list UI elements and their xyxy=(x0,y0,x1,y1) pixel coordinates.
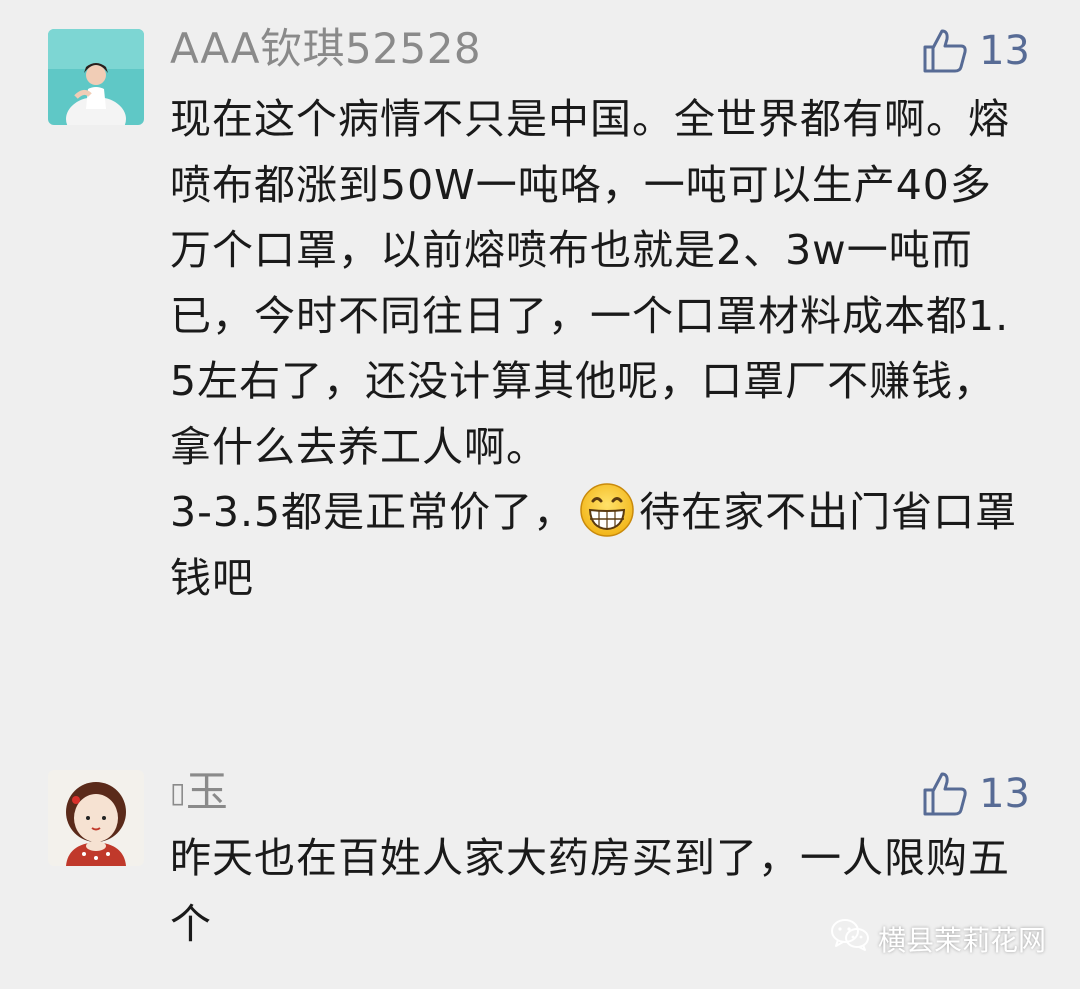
username-text: 玉 xyxy=(185,767,229,816)
comment-paragraph: 现在这个病情不只是中国。全世界都有啊。熔喷布都涨到50W一吨咯，一吨可以生产40… xyxy=(170,95,1010,471)
like-count: 13 xyxy=(979,771,1030,817)
watermark-text: 横县茉莉花网 xyxy=(877,923,1046,957)
comment-text-segment: 3-3.5都是正常价了， xyxy=(170,488,576,536)
thumbs-up-icon xyxy=(921,770,969,818)
like-button[interactable]: 13 xyxy=(921,767,1030,821)
avatar[interactable] xyxy=(48,770,144,866)
watermark: 横县茉莉花网 xyxy=(830,918,1046,959)
comment-text: 现在这个病情不只是中国。全世界都有啊。熔喷布都涨到50W一吨咯，一吨可以生产40… xyxy=(170,87,1030,611)
like-button[interactable]: 13 xyxy=(921,24,1030,78)
username[interactable]: AAA钦琪52528 xyxy=(170,22,481,76)
avatar[interactable] xyxy=(48,29,144,125)
username-unrendered-glyph: ▯ xyxy=(170,776,186,809)
wechat-icon xyxy=(830,918,870,959)
thumbs-up-icon xyxy=(921,27,969,75)
grinning-face-emoji xyxy=(579,482,635,538)
comment-paragraph: 3-3.5都是正常价了， 待在家不出门省口罩钱吧 xyxy=(170,480,1030,611)
comment-item: AAA钦琪52528 13 现在这个病情不只是中国。全世界都有啊。熔喷布都涨到5… xyxy=(0,0,1080,700)
username[interactable]: ▯玉 xyxy=(170,765,228,820)
like-count: 13 xyxy=(979,28,1030,74)
